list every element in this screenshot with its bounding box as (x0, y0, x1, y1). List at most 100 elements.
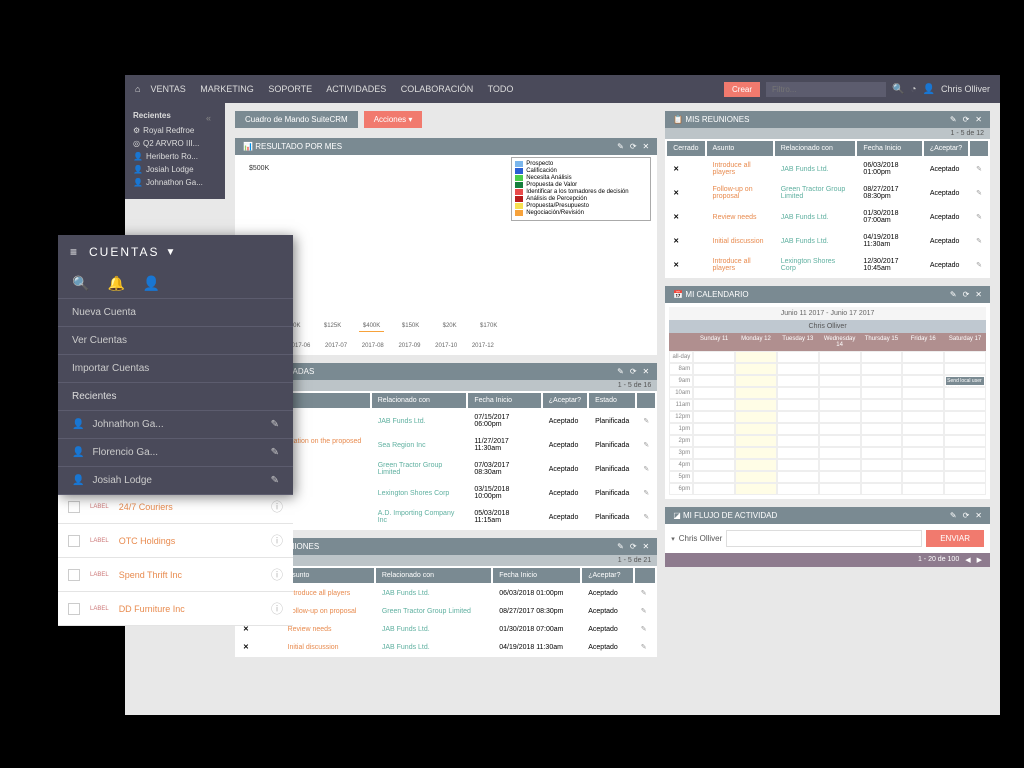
account-name[interactable]: OTC Holdings (119, 536, 271, 546)
account-row[interactable]: LABEL DD Furniture Inc ⓘ (58, 592, 293, 626)
subject-link[interactable]: Introduce all players (713, 258, 751, 272)
subject-link[interactable]: Introduce all players (288, 590, 351, 597)
account-row[interactable]: LABEL OTC Holdings ⓘ (58, 524, 293, 558)
calendar-cell[interactable] (693, 363, 735, 375)
calendar-cell[interactable] (902, 375, 944, 387)
row-checkbox[interactable] (68, 501, 80, 513)
calendar-cell[interactable] (944, 399, 986, 411)
calendar-cell[interactable] (861, 399, 903, 411)
close-icon[interactable]: ✕ (673, 262, 679, 269)
calendar-cell[interactable] (861, 435, 903, 447)
day-header[interactable]: Sunday 11 (693, 333, 735, 351)
col-header[interactable]: Relacionado con (376, 568, 491, 583)
calendar-cell[interactable] (735, 471, 777, 483)
calendar-cell[interactable] (944, 411, 986, 423)
calendar-cell[interactable] (819, 399, 861, 411)
menu-icon[interactable]: ≡ (70, 245, 79, 259)
refresh-icon[interactable]: ⟳ (630, 542, 637, 551)
calendar-cell[interactable] (735, 399, 777, 411)
refresh-icon[interactable]: ⟳ (963, 115, 970, 124)
related-link[interactable]: JAB Funds Ltd. (781, 166, 829, 173)
calendar-cell[interactable] (777, 423, 819, 435)
calendar-cell[interactable] (902, 435, 944, 447)
close-icon[interactable]: ✕ (673, 238, 679, 245)
calendar-cell[interactable] (819, 387, 861, 399)
calendar-cell[interactable] (819, 459, 861, 471)
refresh-icon[interactable]: ⟳ (630, 367, 637, 376)
edit-icon[interactable]: ✎ (641, 608, 647, 615)
calendar-cell[interactable] (693, 459, 735, 471)
nav-marketing[interactable]: MARKETING (200, 84, 254, 94)
nav-todo[interactable]: TODO (488, 84, 514, 94)
calendar-cell[interactable] (944, 387, 986, 399)
calendar-cell[interactable] (861, 459, 903, 471)
calendar-cell[interactable] (861, 447, 903, 459)
edit-icon[interactable]: ✎ (950, 290, 957, 299)
calendar-cell[interactable] (819, 471, 861, 483)
related-link[interactable]: JAB Funds Ltd. (382, 590, 430, 597)
calendar-cell[interactable] (861, 363, 903, 375)
calendar-cell[interactable] (735, 435, 777, 447)
close-icon[interactable]: ✕ (673, 214, 679, 221)
calendar-cell[interactable] (819, 435, 861, 447)
calendar-cell[interactable] (944, 483, 986, 495)
related-link[interactable]: Green Tractor Group Limited (781, 186, 846, 200)
home-icon[interactable]: ⌂ (135, 84, 140, 94)
account-row[interactable]: LABEL 24/7 Couriers ⓘ (58, 490, 293, 524)
bar-column[interactable]: $125K (320, 323, 345, 331)
prev-icon[interactable]: ◀ (965, 556, 970, 564)
close-icon[interactable]: ✕ (643, 542, 650, 551)
edit-icon[interactable]: ✎ (643, 490, 649, 497)
recent-item[interactable]: 👤Heriberto Ro... (133, 152, 217, 161)
related-link[interactable]: Sea Region Inc (378, 442, 426, 449)
calendar-cell[interactable] (735, 423, 777, 435)
edit-icon[interactable]: ✎ (271, 475, 279, 486)
close-icon[interactable]: ✕ (975, 290, 982, 299)
edit-icon[interactable]: ✎ (950, 511, 957, 520)
nav-actividades[interactable]: ACTIVIDADES (326, 84, 386, 94)
calendar-cell[interactable] (902, 411, 944, 423)
calendar-cell[interactable] (944, 351, 986, 363)
calendar-cell[interactable] (819, 375, 861, 387)
calendar-cell[interactable] (777, 375, 819, 387)
info-icon[interactable]: ⓘ (271, 600, 283, 617)
edit-icon[interactable]: ✎ (643, 514, 649, 521)
calendar-cell[interactable] (861, 483, 903, 495)
calendar-cell[interactable] (735, 447, 777, 459)
related-link[interactable]: Green Tractor Group Limited (382, 608, 471, 615)
edit-icon[interactable]: ✎ (617, 142, 624, 151)
calendar-cell[interactable] (777, 471, 819, 483)
overlay-menu-item[interactable]: Ver Cuentas (58, 327, 293, 355)
subject-link[interactable]: Initial discussion (713, 238, 764, 245)
col-header[interactable]: Fecha Inicio (857, 141, 921, 156)
calendar-cell[interactable] (777, 363, 819, 375)
breadcrumb-acciones[interactable]: Acciones ▾ (364, 111, 423, 128)
calendar-cell[interactable] (735, 363, 777, 375)
subject-link[interactable]: Review needs (713, 214, 757, 221)
calendar-cell[interactable] (819, 363, 861, 375)
row-checkbox[interactable] (68, 569, 80, 581)
col-header[interactable]: ¿Aceptar? (543, 393, 587, 408)
subject-link[interactable]: Introduce all players (713, 162, 751, 176)
subject-link[interactable]: Review needs (288, 626, 332, 633)
calendar-cell[interactable] (902, 363, 944, 375)
related-link[interactable]: JAB Funds Ltd. (378, 418, 426, 425)
overlay-menu-item[interactable]: Importar Cuentas (58, 355, 293, 383)
col-header[interactable]: Estado (589, 393, 635, 408)
calendar-cell[interactable] (735, 459, 777, 471)
overlay-recent-item[interactable]: 👤 Johnathon Ga... ✎ (58, 411, 293, 439)
row-checkbox[interactable] (68, 603, 80, 615)
calendar-cell[interactable] (735, 411, 777, 423)
search-input[interactable] (766, 82, 886, 97)
refresh-icon[interactable]: ⟳ (963, 511, 970, 520)
calendar-cell[interactable] (777, 387, 819, 399)
related-link[interactable]: Lexington Shores Corp (781, 258, 835, 272)
calendar-cell[interactable] (735, 375, 777, 387)
username-label[interactable]: Chris Olliver (941, 84, 990, 94)
account-row[interactable]: LABEL Spend Thrift Inc ⓘ (58, 558, 293, 592)
close-icon[interactable]: ✕ (643, 142, 650, 151)
col-header[interactable]: ¿Aceptar? (924, 141, 968, 156)
col-header[interactable]: Asunto (707, 141, 773, 156)
calendar-cell[interactable] (902, 471, 944, 483)
edit-icon[interactable]: ✎ (643, 466, 649, 473)
